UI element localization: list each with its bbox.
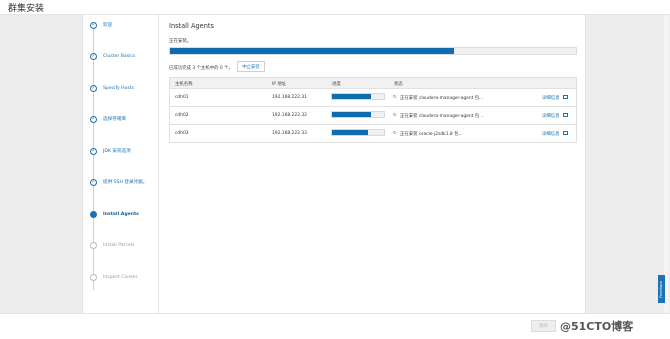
status-subtitle: 正在安装。 [169,39,192,44]
overall-progress-fill [170,48,455,54]
wizard-card: ✓ 欢迎 ✓ Cluster Basics ✓ Specify Hosts ✓ … [82,15,586,313]
step-label: 欢迎 [103,22,113,28]
app-title: 群集安装 [8,4,45,14]
check-icon: ✓ [90,22,97,29]
spinner-icon: ↻ [393,130,397,136]
host-name: cdh02 [175,113,189,118]
step-label: Install Parcels [103,242,135,248]
stage: ✓ 欢迎 ✓ Cluster Basics ✓ Specify Hosts ✓ … [0,15,670,313]
details-link[interactable]: 详细信息 [542,131,560,137]
step-label: 选择存储库 [103,116,126,122]
step-connector [93,26,94,290]
main-panel: Install Agents 正在安装。 已成功完成 3 个主机中的 0 个。 … [165,15,585,313]
active-step-icon [90,211,97,218]
wizard-steps: ✓ 欢迎 ✓ Cluster Basics ✓ Specify Hosts ✓ … [83,15,159,313]
table-header: 主机名称 IP 地址 进度 状态 [169,77,577,89]
check-icon: ✓ [90,179,97,186]
step-label: Install Agents [103,211,139,217]
feedback-tab[interactable]: Feedback [658,275,665,303]
host-ip: 192.168.222.31 [272,95,307,100]
check-icon: ✓ [90,53,97,60]
top-bar: 群集安装 [0,0,670,15]
scrollbar[interactable] [664,15,669,313]
step-label: Inspect Cluster [103,274,138,280]
check-icon: ✓ [90,148,97,155]
open-window-icon[interactable] [563,131,568,135]
table-row: cdh03 192.168.222.33 ↻ 正在安装 oracle-j2sdk1.8… [169,125,577,143]
host-ip: 192.168.222.33 [272,131,307,136]
host-progress-fill [332,112,371,117]
open-window-icon[interactable] [563,113,568,117]
overall-progress-bar [169,47,577,55]
spinner-icon: ↻ [393,94,397,100]
pending-step-icon [90,242,97,249]
host-progress-bar [331,129,385,136]
host-progress-fill [332,94,371,99]
header-ip: IP 地址 [272,81,287,87]
host-status: 正在安装 oracle-j2sdk1.8 包... [400,132,463,137]
open-window-icon[interactable] [563,95,568,99]
hosts-table: 主机名称 IP 地址 进度 状态 cdh01 192.168.222.31 ↻ 正在安… [169,77,577,143]
host-name: cdh01 [175,95,189,100]
table-row: cdh02 192.168.222.32 ↻ 正在安装 cloudera-manage… [169,107,577,125]
check-icon: ✓ [90,85,97,92]
host-status: 正在安装 cloudera-manager-agent 包... [400,96,484,101]
step-label: JDK 安装选项 [103,148,131,154]
pending-step-icon [90,274,97,281]
step-label: Cluster Basics [103,53,136,59]
spinner-icon: ↻ [393,112,397,118]
abort-install-button[interactable]: 中止安装 [237,61,265,72]
header-progress: 进度 [332,81,341,87]
header-status: 状态 [394,81,403,87]
step-label: 提供 SSH 登录凭据。 [103,179,148,185]
watermark: @51CTO博客 [560,320,634,333]
details-link[interactable]: 详细信息 [542,95,560,101]
summary-text: 已成功完成 3 个主机中的 0 个。 [169,66,233,71]
table-row: cdh01 192.168.222.31 ↻ 正在安装 cloudera-manage… [169,89,577,107]
check-icon: ✓ [90,116,97,123]
page-title: Install Agents [169,22,214,30]
continue-button[interactable]: 继续 [531,320,556,332]
host-ip: 192.168.222.32 [272,113,307,118]
host-progress-bar [331,93,385,100]
host-status: 正在安装 cloudera-manager-agent 包... [400,114,484,119]
host-name: cdh03 [175,131,189,136]
details-link[interactable]: 详细信息 [542,113,560,119]
header-hostname: 主机名称 [175,81,193,87]
step-label: Specify Hosts [103,85,135,91]
host-progress-bar [331,111,385,118]
host-progress-fill [332,130,369,135]
footer: 继续 @51CTO博客 [0,313,670,339]
